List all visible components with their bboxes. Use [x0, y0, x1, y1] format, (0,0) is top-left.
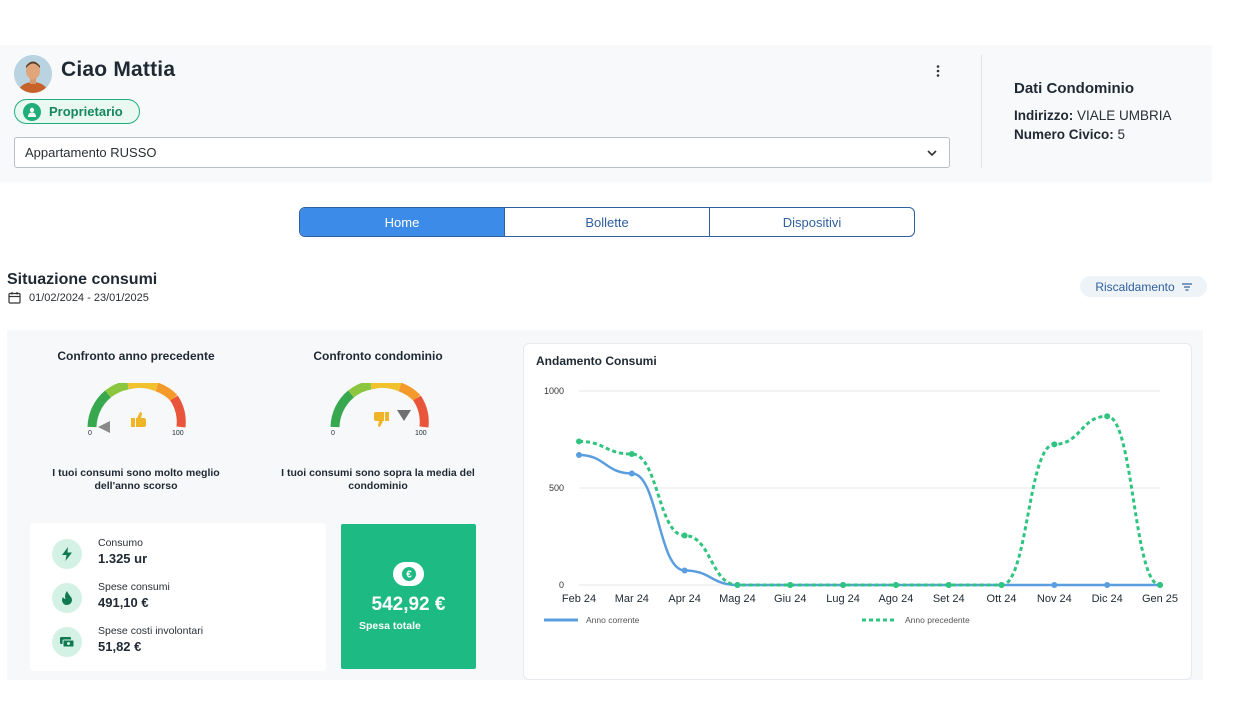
x-tick-label: Apr 24	[668, 593, 700, 605]
y-tick-label: 0	[559, 580, 564, 590]
y-tick-label: 1000	[544, 386, 564, 396]
gauge-text-previous-year: I tuoi consumi sono molto meglio dell'an…	[52, 467, 220, 492]
x-tick-label: Mar 24	[615, 593, 649, 605]
data-point	[1104, 413, 1111, 420]
filter-chip-label: Riscaldamento	[1095, 279, 1175, 294]
condo-number-label: Numero Civico:	[1014, 127, 1114, 142]
thumbs-down-icon	[374, 412, 389, 427]
user-icon	[23, 102, 41, 121]
series-line-current	[578, 453, 1160, 587]
header-card: Ciao Mattia Proprietario Appartamento RU…	[0, 45, 1212, 182]
role-label: Proprietario	[49, 104, 123, 119]
stat-label: Consumo	[98, 537, 143, 549]
gauge-previous-year: 0 100	[87, 383, 186, 437]
kebab-menu-icon[interactable]	[930, 63, 946, 79]
avatar[interactable]	[14, 55, 52, 93]
stat-label: Spese costi involontari	[98, 625, 204, 637]
gauge-title-previous-year: Confronto anno precedente	[57, 349, 215, 363]
greeting-title: Ciao Mattia	[61, 58, 176, 81]
data-point	[1157, 582, 1163, 588]
data-point	[1104, 582, 1111, 588]
x-tick-label: Ott 24	[987, 593, 1017, 605]
data-point	[681, 532, 688, 539]
tab-bollette[interactable]: Bollette	[505, 208, 710, 236]
data-point	[998, 582, 1005, 588]
legend-label-previous: Anno precedente	[905, 615, 970, 625]
legend-label-current: Anno corrente	[586, 615, 640, 625]
tab-home[interactable]: Home	[300, 208, 505, 236]
x-tick-label: Giu 24	[774, 593, 806, 605]
data-point	[576, 438, 582, 445]
x-tick-label: Dic 24	[1092, 593, 1123, 605]
stat-value: 51,82 €	[98, 639, 142, 654]
gauge-title-condominium: Confronto condominio	[313, 349, 443, 363]
data-point	[1051, 582, 1058, 588]
gauge-text-condominium: I tuoi consumi sono sopra la media del c…	[281, 467, 475, 492]
condo-address-label: Indirizzo:	[1014, 108, 1074, 123]
main-tabs: Home Bollette Dispositivi	[299, 207, 915, 237]
stat-consumo: Consumo 1.325 ur	[52, 537, 147, 569]
apartment-select-value: Appartamento RUSSO	[25, 145, 157, 160]
x-tick-label: Nov 24	[1037, 593, 1072, 605]
y-tick-label: 500	[549, 483, 564, 493]
condo-title: Dati Condominio	[1014, 80, 1134, 97]
data-point	[892, 582, 899, 588]
calendar-icon	[8, 292, 21, 304]
stat-spese-consumi: Spese consumi 491,10 €	[52, 581, 170, 613]
gauge-min-label: 0	[88, 430, 92, 437]
stat-value: 491,10 €	[98, 595, 149, 610]
data-point	[576, 452, 582, 459]
gauge-max-label: 100	[172, 430, 184, 437]
stat-label: Spese consumi	[98, 581, 170, 593]
flame-icon	[52, 583, 82, 613]
lightning-icon	[52, 539, 82, 569]
condo-address: Indirizzo: VIALE UMBRIA	[1014, 108, 1172, 123]
chevron-down-icon	[927, 150, 937, 157]
condo-address-value: VIALE UMBRIA	[1077, 108, 1172, 123]
data-point	[840, 582, 847, 588]
stats-card: Consumo 1.325 ur Spese consumi 491,10 € …	[30, 523, 326, 671]
x-tick-label: Feb 24	[562, 593, 596, 605]
date-range[interactable]: 01/02/2024 - 23/01/2025	[8, 291, 149, 304]
date-range-text: 01/02/2024 - 23/01/2025	[29, 291, 149, 304]
stat-costi-involontari: Spese costi involontari 51,82 €	[52, 625, 203, 657]
gauge-condominium: 0 100	[330, 383, 429, 437]
data-point	[734, 582, 741, 588]
tab-dispositivi[interactable]: Dispositivi	[710, 208, 914, 236]
gauge-pointer	[397, 410, 411, 421]
data-point	[787, 582, 794, 588]
condo-number-value: 5	[1117, 127, 1126, 142]
section-title: Situazione consumi	[7, 271, 158, 288]
data-point	[628, 470, 635, 477]
x-tick-label: Gen 25	[1142, 593, 1178, 605]
gauge-pointer	[98, 421, 110, 433]
thumbs-up-icon	[131, 412, 146, 427]
total-label: Spesa totale	[359, 620, 421, 632]
header-divider	[981, 55, 982, 168]
x-tick-label: Ago 24	[878, 593, 913, 605]
gauge-min-label: 0	[331, 430, 335, 437]
data-point	[1051, 441, 1058, 448]
total-value: 542,92 €	[371, 594, 446, 615]
x-tick-label: Set 24	[933, 593, 965, 605]
filter-icon	[1181, 282, 1192, 291]
stat-value: 1.325 ur	[98, 551, 148, 566]
gauge-max-label: 100	[415, 430, 427, 437]
data-point	[945, 582, 952, 588]
x-tick-label: Mag 24	[719, 593, 756, 605]
euro-icon: €	[393, 562, 424, 586]
condo-number: Numero Civico: 5	[1014, 127, 1125, 142]
total-spend-card: € 542,92 € Spesa totale	[341, 524, 476, 669]
data-point	[681, 567, 688, 574]
chart-card: Andamento Consumi 0 500 1000 Feb 24 Mar 24 Ap…	[523, 343, 1192, 680]
data-point	[628, 451, 635, 458]
svg-text:€: €	[406, 570, 412, 581]
consumption-chart: 0 500 1000 Feb 24 Mar 24 Apr 24 Mag 24 Giu 24 Lu…	[544, 386, 1178, 625]
x-tick-label: Lug 24	[826, 593, 860, 605]
filter-chip[interactable]: Riscaldamento	[1080, 276, 1207, 297]
role-badge: Proprietario	[14, 99, 140, 124]
cash-icon	[52, 627, 82, 657]
apartment-select[interactable]: Appartamento RUSSO	[14, 137, 950, 168]
series-line-previous	[578, 414, 1161, 587]
